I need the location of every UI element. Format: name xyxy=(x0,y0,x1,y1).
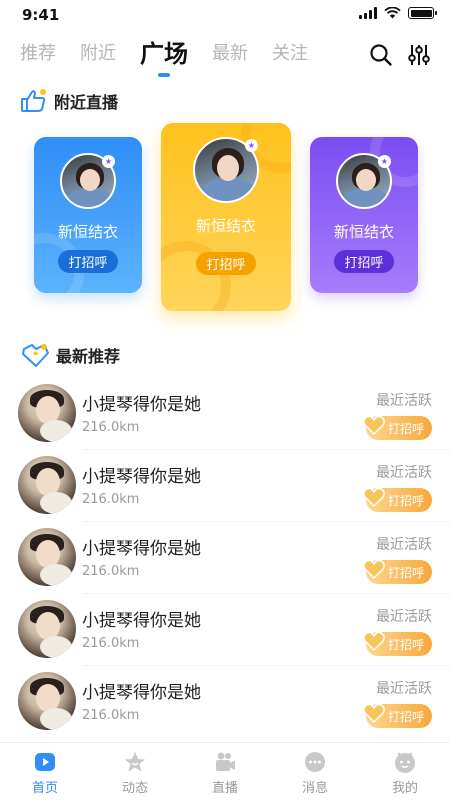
heart-icon xyxy=(363,415,385,436)
avatar xyxy=(18,528,76,586)
greet-button[interactable]: 打招呼 xyxy=(363,415,432,440)
heart-badge-icon xyxy=(22,344,49,367)
status-time: 9:41 xyxy=(22,6,60,24)
status-icons xyxy=(359,7,437,19)
list-item[interactable]: 小提琴得你是她 216.0km 最近活跃 打招呼 xyxy=(0,450,450,522)
greet-label: 打招呼 xyxy=(387,422,424,436)
star-badge-icon: ★ xyxy=(245,139,258,152)
tab-recommend[interactable]: 推荐 xyxy=(20,36,56,72)
wifi-icon xyxy=(384,7,401,19)
nav-label: 直播 xyxy=(211,781,238,796)
status-bar: 9:41 xyxy=(0,0,450,30)
filter-button[interactable] xyxy=(406,42,432,68)
top-actions xyxy=(368,42,432,68)
activity-status: 最近活跃 xyxy=(376,609,432,625)
user-distance: 216.0km xyxy=(82,564,140,579)
avatar xyxy=(18,672,76,730)
greet-label: 打招呼 xyxy=(387,710,424,724)
avatar xyxy=(18,600,76,658)
activity-status: 最近活跃 xyxy=(376,393,432,409)
list-item[interactable]: 小提琴得你是她 216.0km 最近活跃 打招呼 xyxy=(0,594,450,666)
greet-button[interactable]: 打招呼 xyxy=(334,250,394,273)
greet-label: 打招呼 xyxy=(387,566,424,580)
star-icon xyxy=(125,752,145,772)
chat-icon xyxy=(305,752,325,772)
live-card[interactable]: ★ 新恒结衣 打招呼 xyxy=(310,137,418,293)
user-name: 小提琴得你是她 xyxy=(82,395,201,415)
greet-button[interactable]: 打招呼 xyxy=(363,631,432,656)
search-button[interactable] xyxy=(368,42,394,68)
thumbs-up-icon xyxy=(21,89,46,112)
user-name: 小提琴得你是她 xyxy=(82,467,201,487)
tab-nearby[interactable]: 附近 xyxy=(80,36,116,72)
latest-recommend-header: 最新推荐 xyxy=(20,341,120,369)
signal-icon xyxy=(359,7,377,19)
nearby-live-header: 附近直播 xyxy=(20,88,118,114)
nav-item-moments[interactable]: 动态 xyxy=(90,743,180,800)
latest-recommend-title: 最新推荐 xyxy=(56,347,121,366)
star-badge-icon: ★ xyxy=(102,155,115,168)
live-card[interactable]: ★ 新恒结衣 打招呼 xyxy=(161,123,291,311)
list-item[interactable]: 小提琴得你是她 216.0km 最近活跃 打招呼 xyxy=(0,666,450,738)
nav-label: 消息 xyxy=(301,781,328,796)
greet-label: 打招呼 xyxy=(387,638,424,652)
camera-icon xyxy=(216,752,235,771)
live-card-name: 新恒结衣 xyxy=(333,223,394,241)
heart-icon xyxy=(363,559,385,580)
live-card-name: 新恒结衣 xyxy=(57,223,118,241)
nav-label: 首页 xyxy=(31,781,58,796)
avatar xyxy=(18,456,76,514)
nav-item-profile[interactable]: 我的 xyxy=(360,743,450,800)
user-name: 小提琴得你是她 xyxy=(82,539,201,559)
greet-button[interactable]: 打招呼 xyxy=(363,487,432,512)
list-item[interactable]: 小提琴得你是她 216.0km 最近活跃 打招呼 xyxy=(0,378,450,450)
user-distance: 216.0km xyxy=(82,636,140,651)
battery-icon xyxy=(408,7,437,19)
heart-icon xyxy=(363,487,385,508)
activity-status: 最近活跃 xyxy=(376,465,432,481)
nav-label: 动态 xyxy=(121,781,148,796)
nav-label: 我的 xyxy=(391,781,418,796)
user-distance: 216.0km xyxy=(82,420,140,435)
nav-item-live[interactable]: 直播 xyxy=(180,743,270,800)
heart-icon xyxy=(363,703,385,724)
user-name: 小提琴得你是她 xyxy=(82,683,201,703)
user-distance: 216.0km xyxy=(82,492,140,507)
tab-latest[interactable]: 最新 xyxy=(212,36,248,72)
nearby-live-title: 附近直播 xyxy=(54,93,119,112)
user-name: 小提琴得你是她 xyxy=(82,611,201,631)
tab-follow[interactable]: 关注 xyxy=(272,36,308,72)
tab-square[interactable]: 广场 xyxy=(140,36,188,72)
search-icon xyxy=(370,44,392,66)
activity-status: 最近活跃 xyxy=(376,537,432,553)
list-item[interactable]: 小提琴得你是她 216.0km 最近活跃 打招呼 xyxy=(0,522,450,594)
greet-button[interactable]: 打招呼 xyxy=(363,559,432,584)
star-badge-icon: ★ xyxy=(378,155,391,168)
greet-button[interactable]: 打招呼 xyxy=(58,250,118,273)
user-distance: 216.0km xyxy=(82,708,140,723)
greet-label: 打招呼 xyxy=(387,494,424,508)
live-card[interactable]: ★ 新恒结衣 打招呼 xyxy=(34,137,142,293)
home-play-icon xyxy=(35,753,55,771)
avatar xyxy=(18,384,76,442)
top-tabs: 推荐 附近 广场 最新 关注 xyxy=(20,36,332,72)
bottom-nav: 首页 动态 直播 消息 我的 xyxy=(0,742,450,800)
activity-status: 最近活跃 xyxy=(376,681,432,697)
profile-face-icon xyxy=(395,752,415,773)
greet-button[interactable]: 打招呼 xyxy=(196,252,256,275)
filter-icon xyxy=(408,45,430,65)
nav-item-home[interactable]: 首页 xyxy=(0,743,90,800)
greet-button[interactable]: 打招呼 xyxy=(363,703,432,728)
heart-icon xyxy=(363,631,385,652)
live-card-name: 新恒结衣 xyxy=(195,217,256,235)
nav-item-messages[interactable]: 消息 xyxy=(270,743,360,800)
